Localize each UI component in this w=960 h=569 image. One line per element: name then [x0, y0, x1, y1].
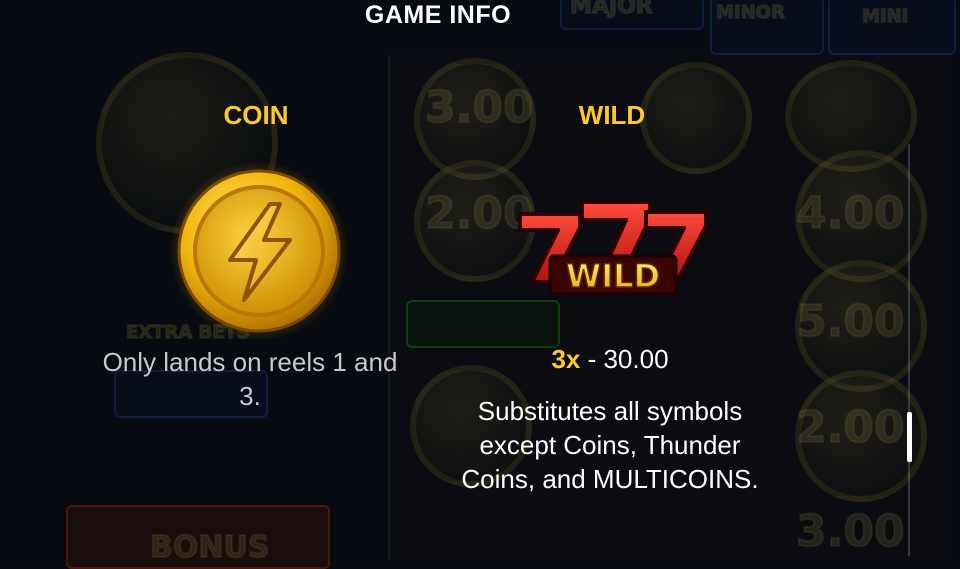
scrollbar-track[interactable] [908, 144, 910, 556]
777-wild-icon: WILD [512, 190, 712, 300]
wild-description: Substitutes all symbols except Coins, Th… [461, 396, 759, 494]
wild-payout-value: - 30.00 [587, 344, 669, 374]
wild-logo-text: WILD [566, 257, 660, 295]
background-text: 3.00 [795, 505, 906, 558]
background-text: 2.00 [795, 401, 906, 454]
coin-heading: COIN [223, 100, 289, 130]
wild-heading: WILD [578, 100, 646, 130]
background-text: 4.00 [795, 187, 906, 240]
background-text: 5.00 [795, 295, 906, 348]
coin-description: Only lands on reels 1 and 3. [102, 347, 398, 411]
page-title: GAME INFO [364, 1, 512, 29]
wild-multiplier: 3x [551, 344, 581, 374]
wild-payout: 3x - 30.00 [470, 342, 750, 376]
lightning-coin-icon [168, 160, 350, 342]
background-major-badge [406, 300, 560, 348]
scrollbar-thumb[interactable] [907, 412, 912, 462]
